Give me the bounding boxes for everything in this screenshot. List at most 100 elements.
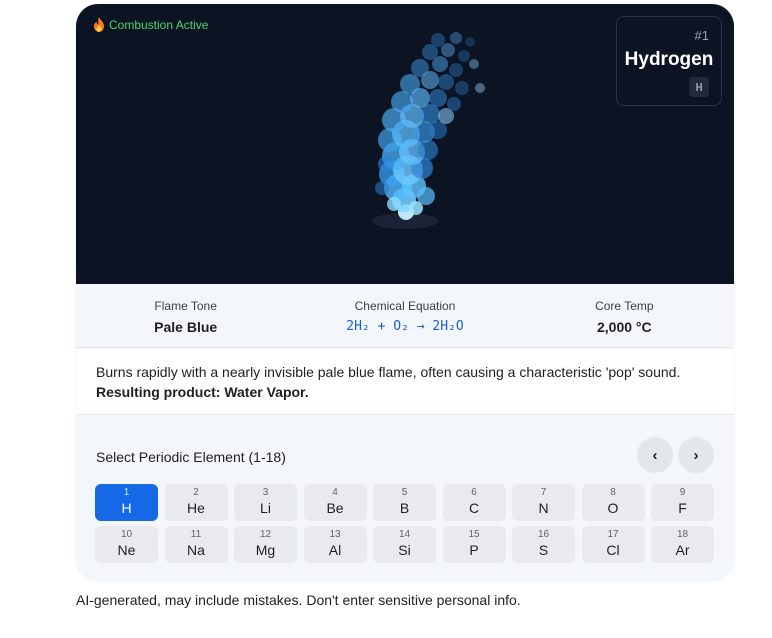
flame-particle	[429, 89, 447, 107]
element-tile-f[interactable]: 9F	[651, 484, 714, 521]
tile-number: 3	[262, 487, 269, 498]
flame-particle	[387, 197, 401, 211]
tile-number: 7	[540, 487, 547, 498]
stat-value: 2,000 °C	[597, 319, 652, 335]
selector-title: Select Periodic Element (1-18)	[96, 449, 286, 465]
tile-number: 11	[190, 529, 202, 540]
element-description: Burns rapidly with a nearly invisible pa…	[76, 349, 734, 415]
element-symbol-badge: H	[689, 77, 709, 97]
tile-symbol: Na	[187, 542, 205, 558]
flame-particle	[411, 59, 429, 77]
stat-label: Chemical Equation	[354, 299, 456, 313]
flame-particle	[391, 91, 413, 113]
tile-number: 17	[607, 529, 619, 540]
tile-number: 14	[398, 529, 411, 540]
flame-particle	[469, 59, 479, 69]
tile-symbol: N	[538, 500, 549, 516]
status-text: Combustion Active	[109, 17, 209, 32]
element-tile-mg[interactable]: 12 Mg	[234, 526, 297, 563]
flame-particle	[375, 181, 389, 195]
tile-number: 1	[123, 487, 130, 498]
combustion-status: Combustion Active	[93, 17, 208, 32]
element-tile-n[interactable]: 7N	[512, 484, 575, 521]
tile-symbol: He	[187, 500, 205, 516]
tile-number: 10	[120, 529, 133, 540]
prev-element-button[interactable]: ‹	[637, 437, 673, 473]
fire-icon	[94, 17, 104, 32]
tile-symbol: Ar	[675, 542, 690, 558]
description-text: Burns rapidly with a nearly invisible pa…	[96, 364, 681, 380]
tile-symbol: Li	[260, 500, 271, 516]
flame-particle	[475, 83, 485, 93]
tile-symbol: Mg	[255, 542, 276, 558]
element-tile-ne[interactable]: 10 Ne	[95, 526, 158, 563]
chevron-right-icon: ›	[693, 446, 699, 464]
tile-symbol: Al	[328, 542, 342, 558]
tile-number: 2	[193, 487, 199, 498]
tile-number: 12	[259, 529, 272, 540]
stat-label: Core Temp	[595, 299, 654, 313]
flame-particle	[441, 43, 455, 57]
stat-label: Flame Tone	[154, 299, 217, 313]
flame-particle	[447, 97, 461, 111]
stat-flame-tone: Flame Tone Pale Blue	[76, 284, 295, 347]
tile-number: 9	[679, 487, 686, 498]
element-tile-o[interactable]: 8O	[581, 484, 645, 521]
flame-particle	[458, 50, 470, 62]
element-name: Hydrogen	[624, 49, 714, 70]
flame-particle	[449, 63, 463, 77]
tile-symbol: Cl	[606, 542, 620, 558]
stats-row: Flame Tone Pale Blue Chemical Equation 2…	[76, 284, 734, 348]
element-selector: Select Periodic Element (1-18) ‹ › 1 H 2 He…	[76, 415, 734, 580]
element-tile-p[interactable]: 15 P	[442, 526, 506, 563]
next-element-button[interactable]: ›	[678, 437, 714, 473]
tile-number: 15	[468, 529, 480, 540]
tile-number: 4	[332, 487, 338, 498]
tile-number: 16	[537, 529, 550, 540]
flame-particle	[455, 81, 469, 95]
flame-particle	[450, 32, 462, 44]
element-tile-cl[interactable]: 17 Cl	[581, 526, 645, 563]
tile-symbol: Ne	[117, 542, 136, 558]
tile-symbol: Be	[326, 500, 344, 516]
tile-number: 5	[401, 487, 408, 498]
element-tile-he[interactable]: 2 He	[164, 484, 228, 521]
element-tile-si[interactable]: 14 Si	[373, 526, 436, 563]
element-tile-ar[interactable]: 18 Ar	[651, 526, 714, 563]
element-tile-be[interactable]: 4 Be	[303, 484, 367, 521]
tile-symbol: P	[469, 542, 479, 558]
current-element-card: #1 Hydrogen H	[616, 16, 722, 106]
tile-symbol: C	[468, 500, 480, 516]
tile-symbol: Si	[398, 542, 411, 558]
element-tile-al[interactable]: 13 Al	[303, 526, 367, 563]
flame-visual	[372, 32, 485, 229]
stat-value: Pale Blue	[154, 319, 218, 335]
ai-disclaimer: AI-generated, may include mistakes. Don'…	[76, 592, 521, 608]
stat-value: 2H₂ + O₂ → 2H₂O	[346, 319, 464, 334]
chevron-left-icon: ‹	[652, 446, 658, 464]
flame-particle	[465, 37, 475, 47]
flame-particle	[438, 74, 454, 90]
element-tile-na[interactable]: 11 Na	[164, 526, 228, 563]
flame-particle	[378, 156, 394, 172]
description-product: Resulting product: Water Vapor.	[96, 384, 309, 400]
element-grid: 1 H 2 He 3 Li 4 Be 5 B 6 C 7 N 8 O 9 F 10 Ne 11 Na 12 Mg 13 Al 14 S…	[95, 484, 714, 563]
tile-number: 18	[676, 529, 689, 540]
element-tile-b[interactable]: 5B	[373, 484, 436, 521]
element-tile-h[interactable]: 1H	[95, 484, 158, 521]
tile-number: 13	[329, 529, 341, 540]
element-tile-s[interactable]: 16 S	[512, 526, 575, 563]
tile-symbol: H	[121, 500, 132, 516]
flame-particle	[431, 33, 445, 47]
flame-particle	[418, 140, 438, 160]
tile-symbol: B	[399, 500, 410, 516]
flame-particles	[375, 32, 485, 220]
tile-symbol: S	[538, 542, 549, 558]
element-tile-c[interactable]: 6C	[442, 484, 506, 521]
tile-symbol: O	[607, 500, 619, 516]
flame-particle	[400, 74, 420, 94]
element-tile-li[interactable]: 3 Li	[234, 484, 297, 521]
element-number: #1	[694, 28, 709, 43]
combustion-card: Combustion Active #1 Hydrogen H Flame To…	[76, 4, 734, 580]
flame-particle	[409, 201, 423, 215]
